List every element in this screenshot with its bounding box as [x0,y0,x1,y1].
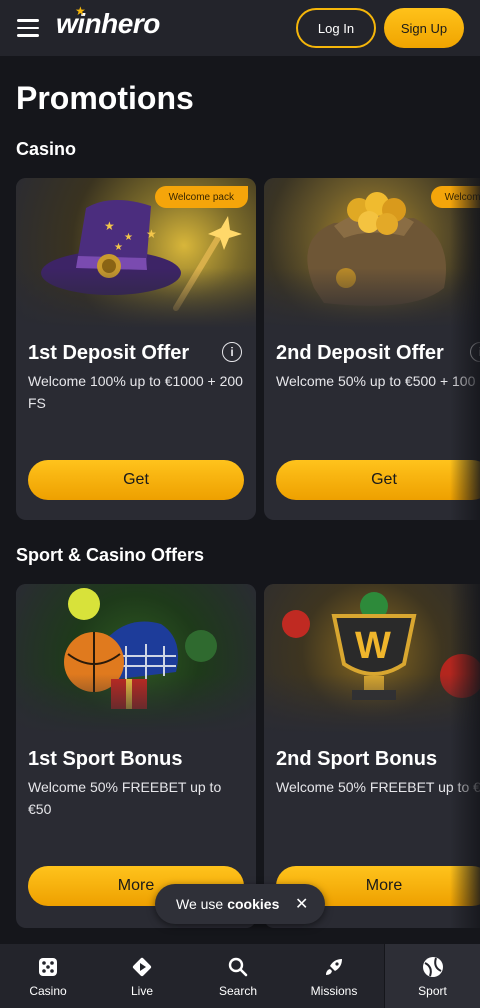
cookie-toast: We use cookies ✕ [155,884,325,924]
sport-balls-image [16,584,256,734]
cookie-bold-text: cookies [227,896,280,912]
nav-label: Casino [29,984,67,998]
sport-cards-row: 1st Sport Bonus Welcome 50% FREEBET up t… [16,584,480,928]
nav-item-live[interactable]: Live [94,944,190,1008]
cookie-text: We use [176,896,224,912]
scroll-fade [450,178,480,521]
promo-card[interactable]: 1st Sport Bonus Welcome 50% FREEBET up t… [16,584,256,928]
section-title-casino: Casino [16,139,77,159]
ball-icon [422,956,444,978]
signup-button[interactable]: Sign Up [384,8,464,48]
card-title: 1st Sport Bonus [28,748,183,770]
bottom-nav: Casino Live Search Missions Sport [0,944,480,1008]
nav-label: Live [130,984,153,998]
svg-text:★: ★ [114,242,123,253]
nav-label: Sport [418,984,447,998]
card-title: 2nd Sport Bonus [276,748,438,770]
promo-card[interactable]: Welcome pack 2nd Deposit Offer i Welcome… [264,178,480,520]
scroll-fade [450,584,480,928]
svg-text:W: W [355,625,391,667]
dice-icon [38,956,58,978]
info-icon[interactable]: i [222,342,242,362]
top-header: winhero ★ Log In Sign Up [0,0,480,56]
nav-item-missions[interactable]: Missions [286,944,382,1008]
card-title: 2nd Deposit Offer [276,342,444,364]
close-icon[interactable]: ✕ [295,894,308,914]
nav-item-search[interactable]: Search [190,944,286,1008]
get-button[interactable]: Get [28,460,244,500]
rocket-icon [324,956,344,978]
welcome-pack-badge: Welcome pack [154,186,248,208]
svg-text:★: ★ [104,219,115,233]
nav-item-sport[interactable]: Sport [384,944,480,1008]
svg-text:★: ★ [146,227,157,241]
nav-label: Search [218,984,258,998]
svg-text:★: ★ [124,232,133,243]
promo-card[interactable]: W 2nd Sport Bonus Welcome 50% FREEBET up… [264,584,480,928]
trophy-image: W [264,584,480,734]
search-icon [228,956,248,978]
nav-label: Missions [310,984,358,998]
promo-card[interactable]: ★ ★ ★ ★ Welcome pack 1st Deposit Offer i… [16,178,256,520]
logo-star-icon: ★ [75,4,86,18]
live-icon [131,956,153,978]
casino-cards-row: ★ ★ ★ ★ Welcome pack 1st Deposit Offer i… [16,178,480,521]
card-title: 1st Deposit Offer [28,342,190,364]
card-description: Welcome 100% up to €1000 + 200 FS [28,373,243,411]
section-title-sport: Sport & Casino Offers [16,545,205,565]
card-description: Welcome 50% FREEBET up to €50 [28,779,222,817]
logo[interactable]: winhero ★ [56,4,160,40]
nav-item-casino[interactable]: Casino [0,944,96,1008]
menu-icon[interactable] [17,19,39,37]
page-title: Promotions [16,80,194,116]
login-button[interactable]: Log In [296,8,376,48]
logo-text: winhero [56,8,160,39]
